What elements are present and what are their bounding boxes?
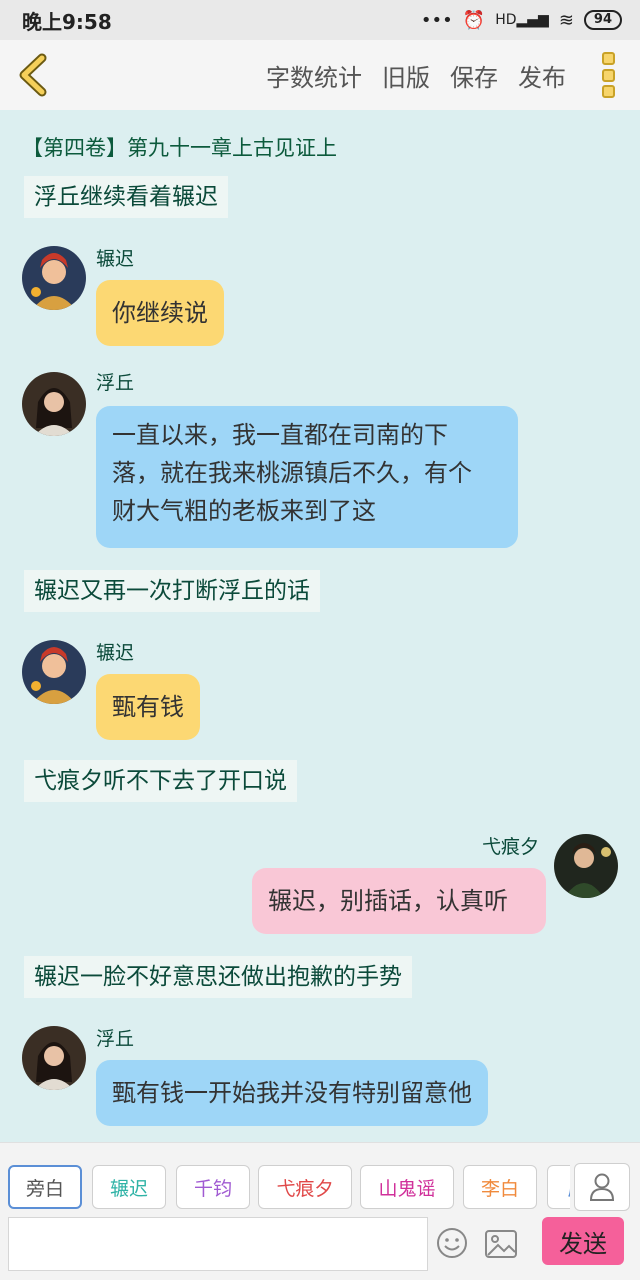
character-avatar-icon: [22, 1026, 86, 1090]
menu-dot-icon: [601, 68, 615, 82]
status-icons: ••• ⏰ HD▂▄▆ ≋ 94: [421, 10, 622, 31]
character-avatar-icon: [554, 834, 618, 898]
old-version-button[interactable]: 旧版: [382, 58, 430, 93]
narration-message[interactable]: 弋痕夕听不下去了开口说: [24, 760, 297, 802]
role-selector: 旁白 辗迟 千钧 弋痕夕 山鬼谣 李白 屈: [8, 1163, 570, 1211]
chapter-title: 【第四卷】第九十一章上古见证上: [22, 136, 337, 160]
top-toolbar: 字数统计 旧版 保存 发布: [0, 40, 640, 110]
save-button[interactable]: 保存: [450, 58, 498, 93]
avatar-zhanchi[interactable]: [22, 640, 86, 704]
sender-name: 弋痕夕: [482, 836, 540, 858]
role-chip-label: 千钧: [193, 1177, 232, 1200]
menu-dot-icon: [601, 85, 615, 98]
role-chip-label: 辗迟: [109, 1177, 148, 1200]
avatar-zhanchi[interactable]: [22, 246, 86, 310]
role-chip-zhanchi[interactable]: 辗迟: [92, 1165, 166, 1209]
publish-button[interactable]: 发布: [518, 58, 566, 93]
menu-dot-icon: [601, 52, 615, 65]
wifi-icon: ≋: [558, 9, 574, 31]
narration-message[interactable]: 浮丘继续看着辗迟: [24, 176, 228, 218]
send-button[interactable]: 发送: [542, 1217, 624, 1265]
sender-name: 浮丘: [96, 372, 135, 394]
narration-message[interactable]: 辗迟一脸不好意思还做出抱歉的手势: [24, 956, 412, 998]
chat-bubble[interactable]: 一直以来，我一直都在司南的下 落，就在我来桃源镇后不久，有个 财大气粗的老板来到…: [96, 406, 518, 548]
bubble-line: 财大气粗的老板来到了这: [112, 497, 376, 525]
alarm-icon: ⏰: [462, 9, 486, 31]
chat-bubble[interactable]: 你继续说: [96, 280, 224, 346]
role-chip-qianjun[interactable]: 千钧: [176, 1165, 250, 1209]
composer-panel: 旁白 辗迟 千钧 弋痕夕 山鬼谣 李白 屈: [0, 1142, 640, 1280]
status-bar: 晚上9:58 ••• ⏰ HD▂▄▆ ≋ 94: [0, 0, 640, 40]
chat-bubble[interactable]: 甄有钱: [96, 674, 200, 740]
battery-icon: 94: [583, 10, 622, 30]
character-avatar-icon: [22, 246, 86, 310]
role-chip-label: 山鬼谣: [378, 1177, 436, 1200]
avatar-yihenxi[interactable]: [554, 834, 618, 898]
role-chip-yihenxi[interactable]: 弋痕夕: [258, 1165, 352, 1209]
image-icon[interactable]: [484, 1229, 518, 1259]
signal-icon: HD▂▄▆: [495, 12, 549, 28]
narration-message[interactable]: 辗迟又再一次打断浮丘的话: [24, 570, 320, 612]
bubble-line: 落，就在我来桃源镇后不久，有个: [112, 459, 472, 487]
user-icon: [589, 1173, 615, 1201]
role-chip-label: 旁白: [25, 1177, 64, 1200]
role-chip-narrator[interactable]: 旁白: [8, 1165, 82, 1209]
chat-bubble[interactable]: 辗迟，别插话，认真听: [252, 868, 546, 934]
sender-name: 浮丘: [96, 1028, 135, 1050]
avatar-fuqiu[interactable]: [22, 1026, 86, 1090]
more-dots-icon: •••: [420, 9, 453, 31]
more-menu-button[interactable]: [598, 52, 618, 98]
status-time: 晚上9:58: [22, 9, 112, 34]
toolbar-actions: 字数统计 旧版 保存 发布: [266, 40, 566, 110]
sender-name: 辗迟: [96, 642, 135, 664]
back-button[interactable]: [12, 52, 56, 98]
chevron-left-icon: [19, 53, 47, 97]
chat-content[interactable]: 【第四卷】第九十一章上古见证上 浮丘继续看着辗迟 辗迟 你继续说 浮丘 一直以来…: [0, 110, 640, 1142]
role-chip-label: 弋痕夕: [276, 1177, 334, 1200]
chat-bubble[interactable]: 甄有钱一开始我并没有特别留意他: [96, 1060, 488, 1126]
manage-roles-button[interactable]: [574, 1163, 630, 1211]
role-chip-label: 屈: [567, 1174, 570, 1201]
avatar-fuqiu[interactable]: [22, 372, 86, 436]
bubble-line: 一直以来，我一直都在司南的下: [112, 421, 448, 449]
role-chip-qu[interactable]: 屈: [547, 1165, 570, 1209]
role-chip-shanguiyao[interactable]: 山鬼谣: [360, 1165, 454, 1209]
message-input[interactable]: [8, 1217, 428, 1271]
word-count-button[interactable]: 字数统计: [266, 58, 362, 93]
character-avatar-icon: [22, 372, 86, 436]
sender-name: 辗迟: [96, 248, 135, 270]
emoji-icon[interactable]: [436, 1227, 468, 1259]
role-chip-libai[interactable]: 李白: [463, 1165, 537, 1209]
character-avatar-icon: [22, 640, 86, 704]
role-chip-label: 李白: [480, 1177, 519, 1200]
